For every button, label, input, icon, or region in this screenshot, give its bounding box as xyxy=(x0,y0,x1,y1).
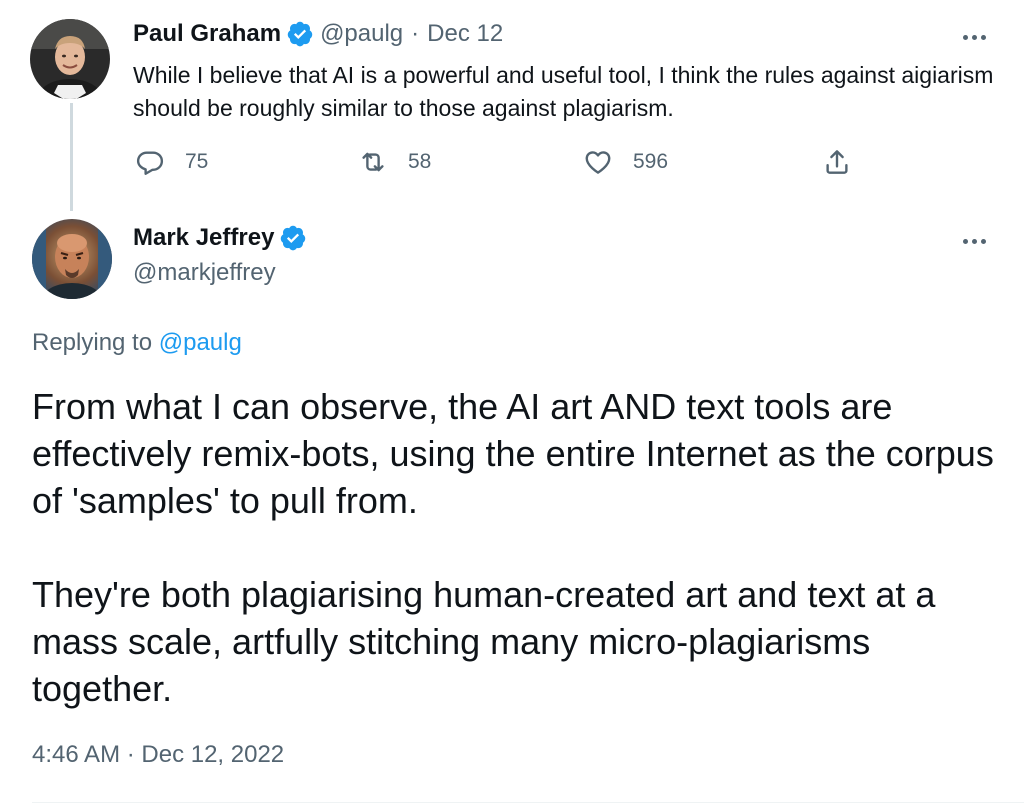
thread-connector-line xyxy=(70,103,73,211)
retweet-count: 58 xyxy=(408,150,432,173)
avatar-mark-jeffrey[interactable] xyxy=(32,219,112,299)
share-icon xyxy=(826,150,848,174)
verified-badge-icon xyxy=(281,225,306,251)
replying-to: Replying to @paulg xyxy=(32,329,242,357)
more-options-icon[interactable] xyxy=(956,231,992,251)
parent-author-row: Paul Graham @paulg · Dec 12 xyxy=(133,20,503,48)
like-icon xyxy=(585,151,611,174)
avatar-paul-graham-image xyxy=(30,19,110,99)
main-tweet-text: From what I can observe, the AI art AND … xyxy=(32,383,1012,712)
verified-badge-icon xyxy=(287,21,313,47)
avatar-paul-graham[interactable] xyxy=(30,19,110,99)
tweet-thread: Paul Graham @paulg · Dec 12 While I beli… xyxy=(0,0,1024,807)
retweet-button[interactable]: 58 xyxy=(358,145,431,179)
reply-icon xyxy=(136,151,164,175)
parent-tweet[interactable]: Paul Graham @paulg · Dec 12 While I beli… xyxy=(0,0,1024,211)
avatar-mark-jeffrey-image xyxy=(32,219,112,299)
like-button[interactable]: 596 xyxy=(583,145,668,179)
main-author-handle[interactable]: @markjeffrey xyxy=(133,259,276,287)
reply-count: 75 xyxy=(185,150,209,173)
parent-author-name[interactable]: Paul Graham xyxy=(133,20,281,48)
separator-dot: · xyxy=(411,20,420,47)
parent-author-handle[interactable]: @paulg xyxy=(320,20,403,48)
main-author-row: Mark Jeffrey xyxy=(133,224,307,252)
parent-tweet-date[interactable]: Dec 12 xyxy=(427,20,503,48)
like-count: 596 xyxy=(633,150,669,173)
replying-to-handle-link[interactable]: @paulg xyxy=(159,329,242,356)
parent-tweet-text: While I believe that AI is a powerful an… xyxy=(133,62,994,121)
main-tweet-paragraph-2: They're both plagiarising human-created … xyxy=(32,574,936,709)
main-author-name[interactable]: Mark Jeffrey xyxy=(133,224,274,252)
main-tweet-timestamp[interactable]: 4:46 AM · Dec 12, 2022 xyxy=(32,741,284,769)
divider xyxy=(32,802,1024,803)
replying-to-label: Replying to xyxy=(32,329,153,356)
share-button[interactable] xyxy=(822,145,852,179)
retweet-icon xyxy=(362,152,384,172)
parent-tweet-actions: 75 58 596 xyxy=(133,145,873,179)
more-options-icon[interactable] xyxy=(956,27,992,47)
main-tweet-paragraph-1: From what I can observe, the AI art AND … xyxy=(32,386,994,521)
reply-button[interactable]: 75 xyxy=(135,145,208,179)
